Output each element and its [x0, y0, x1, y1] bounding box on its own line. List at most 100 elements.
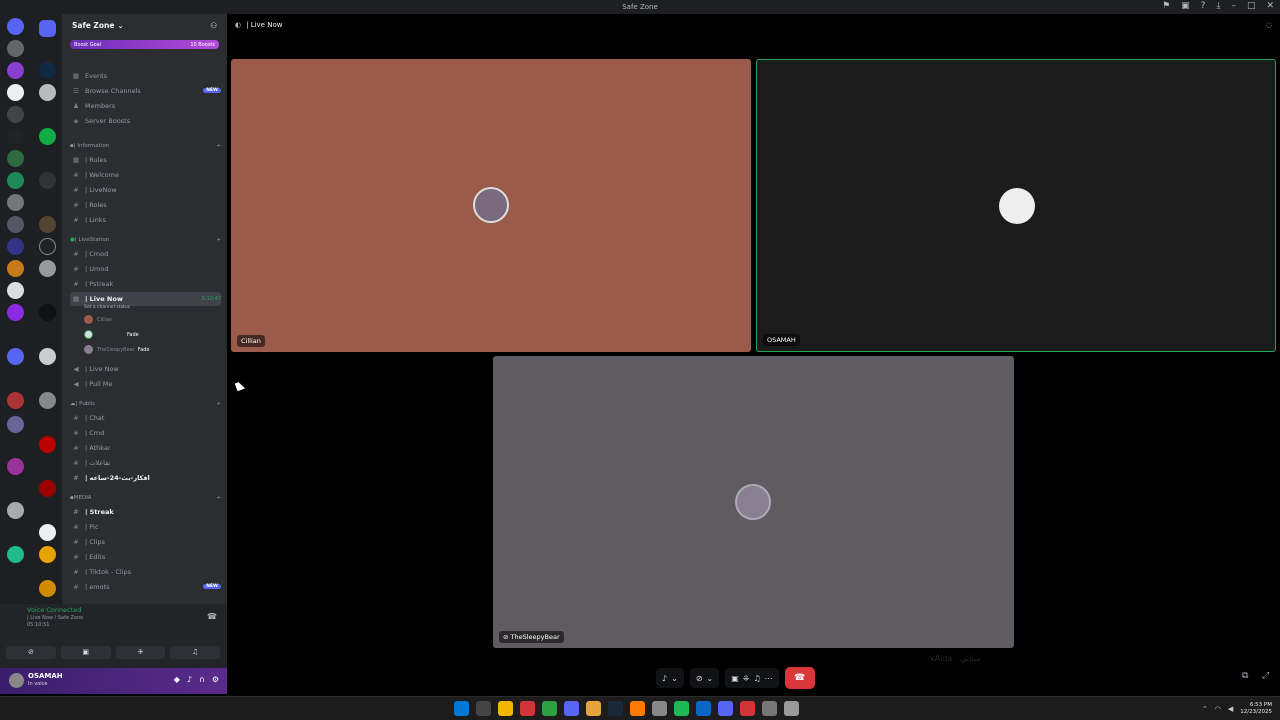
channel-cmod[interactable]: # | Cmod [70, 247, 221, 260]
boost-goal-bar[interactable]: Boost Goal 10 Boosts [70, 40, 219, 49]
user-name[interactable]: OSAMAH [28, 672, 63, 680]
server-icon[interactable] [7, 392, 24, 409]
server-icon[interactable] [39, 62, 56, 79]
category-information[interactable]: ▪ | Information + [70, 140, 221, 151]
channel-emots[interactable]: # | emots NEW [70, 580, 221, 593]
server-header[interactable]: Safe Zone ⌄ ⚇ [62, 14, 227, 36]
help-icon[interactable]: ? [1201, 1, 1206, 11]
channel-edits[interactable]: # | Edits [70, 550, 221, 563]
channel-athkar[interactable]: # | Athkar [70, 441, 221, 454]
server-icon[interactable] [39, 546, 56, 563]
channel-clips[interactable]: # | Clips [70, 535, 221, 548]
voice-channel-live-now-2[interactable]: ◀ | Live Now [70, 362, 221, 375]
add-channel-icon[interactable]: + [216, 237, 221, 243]
voice-channel-live-now[interactable]: ▦ | Live Now 5:10:47 [70, 292, 221, 306]
taskbar-app-icon[interactable] [696, 701, 711, 716]
channel-rules[interactable]: ▦ | Rules [70, 153, 221, 166]
server-icon[interactable] [39, 524, 56, 541]
inbox-icon[interactable]: ⚑ [1162, 1, 1170, 11]
chat-icon[interactable]: ◌ [1266, 21, 1272, 29]
video-tile[interactable]: ⊘ TheSleepyBear [493, 356, 1014, 648]
taskbar-app-icon[interactable] [476, 701, 491, 716]
screen-share-icon[interactable]: ▣ [731, 674, 739, 683]
disconnect-icon[interactable]: ☎ [207, 612, 217, 621]
server-icon[interactable] [39, 216, 56, 233]
server-icon[interactable] [7, 348, 24, 365]
taskbar-app-icon[interactable] [586, 701, 601, 716]
server-icon[interactable] [39, 84, 56, 101]
channel-arabic-1[interactable]: # | تفاعلات [70, 456, 221, 469]
server-icon[interactable] [7, 18, 24, 35]
server-icon[interactable] [7, 260, 24, 277]
disconnect-button[interactable]: ☎ [784, 667, 815, 689]
channel-pstreak[interactable]: # | Pstreak [70, 277, 221, 290]
taskbar-app-icon[interactable] [762, 701, 777, 716]
nav-members[interactable]: ♟ Members [70, 99, 221, 112]
category-livestation[interactable]: ● | LiveStation + [70, 234, 221, 245]
fullscreen-icon[interactable]: ⤢ [1262, 671, 1269, 681]
server-icon[interactable] [7, 458, 24, 475]
channel-cmd[interactable]: # | Cmd [70, 426, 221, 439]
server-icon[interactable] [7, 150, 24, 167]
taskbar-app-icon[interactable] [520, 701, 535, 716]
close-button[interactable]: ✕ [1266, 1, 1274, 11]
channel-welcome[interactable]: # | Welcome [70, 168, 221, 181]
activities-button[interactable]: ⁜ [115, 646, 166, 659]
server-icon[interactable] [7, 172, 24, 189]
soundboard-button[interactable]: ♫ [170, 646, 220, 659]
channel-tiktok-clips[interactable]: # | Tiktok - Clips [70, 565, 221, 578]
add-channel-icon[interactable]: + [216, 143, 221, 149]
activities-icon[interactable]: ⁜ [743, 674, 750, 683]
server-icon[interactable] [7, 304, 24, 321]
more-icon[interactable]: ⋯ [765, 674, 773, 683]
server-icon[interactable] [7, 84, 24, 101]
microphone-icon[interactable]: ♪ [187, 675, 192, 684]
channel-chat[interactable]: # | Chat [70, 411, 221, 424]
taskbar-app-icon[interactable] [784, 701, 799, 716]
nav-events[interactable]: ▦ Events [70, 69, 221, 82]
taskbar-app-icon[interactable] [652, 701, 667, 716]
server-icon[interactable] [39, 172, 56, 189]
camera-off-button[interactable]: ⊘ [6, 646, 56, 659]
server-icon[interactable] [7, 216, 24, 233]
server-icon[interactable] [39, 238, 56, 255]
channel-streak[interactable]: # | Streak [70, 505, 221, 518]
server-icon[interactable] [39, 348, 56, 365]
video-tile[interactable]: OSAMAH [756, 59, 1276, 352]
server-icon[interactable] [39, 480, 56, 497]
category-media[interactable]: ▪ MEDIA + [70, 492, 221, 503]
server-icon[interactable] [7, 238, 24, 255]
channel-livenow[interactable]: # | LiveNow [70, 183, 221, 196]
taskbar-app-icon[interactable] [630, 701, 645, 716]
server-icon[interactable] [39, 580, 56, 597]
server-icon[interactable] [7, 62, 24, 79]
voice-user[interactable]: Fade [84, 328, 139, 341]
voice-channel-path[interactable]: | Live Now / Safe Zone [27, 615, 83, 621]
screen-icon[interactable]: ▣ [1181, 1, 1190, 11]
clock[interactable]: 6:53 PM 12/23/2025 [1240, 702, 1272, 716]
voice-status[interactable]: Voice Connected [27, 606, 81, 614]
headphones-icon[interactable]: ∩ [199, 675, 205, 684]
server-icon[interactable] [7, 40, 24, 57]
chevron-up-icon[interactable]: ⌃ [1202, 705, 1208, 713]
channel-links[interactable]: # | Links [70, 213, 221, 226]
server-icon[interactable] [39, 260, 56, 277]
nav-server-boosts[interactable]: ◈ Server Boosts [70, 114, 221, 127]
add-channel-icon[interactable]: + [216, 495, 221, 501]
server-icon[interactable] [39, 436, 56, 453]
server-icon[interactable] [7, 416, 24, 433]
voice-channel-pull-me[interactable]: ◀ | Pull Me [70, 377, 221, 390]
video-tile[interactable]: Cillian [231, 59, 751, 352]
server-icon[interactable] [39, 392, 56, 409]
screen-share-button[interactable]: ▣ [60, 646, 111, 659]
nav-browse-channels[interactable]: ☰ Browse Channels NEW [70, 84, 221, 97]
volume-icon[interactable]: ◀ [1228, 705, 1233, 713]
server-icon[interactable] [7, 128, 24, 145]
download-icon[interactable]: ⤓ [1216, 1, 1220, 11]
game-icon[interactable]: ◆ [174, 675, 180, 684]
server-icon[interactable] [7, 106, 24, 123]
taskbar-app-icon[interactable] [542, 701, 557, 716]
server-icon[interactable] [7, 194, 24, 211]
microphone-toggle[interactable]: ♪ ⌄ [656, 668, 684, 688]
taskbar-app-icon[interactable] [608, 701, 623, 716]
